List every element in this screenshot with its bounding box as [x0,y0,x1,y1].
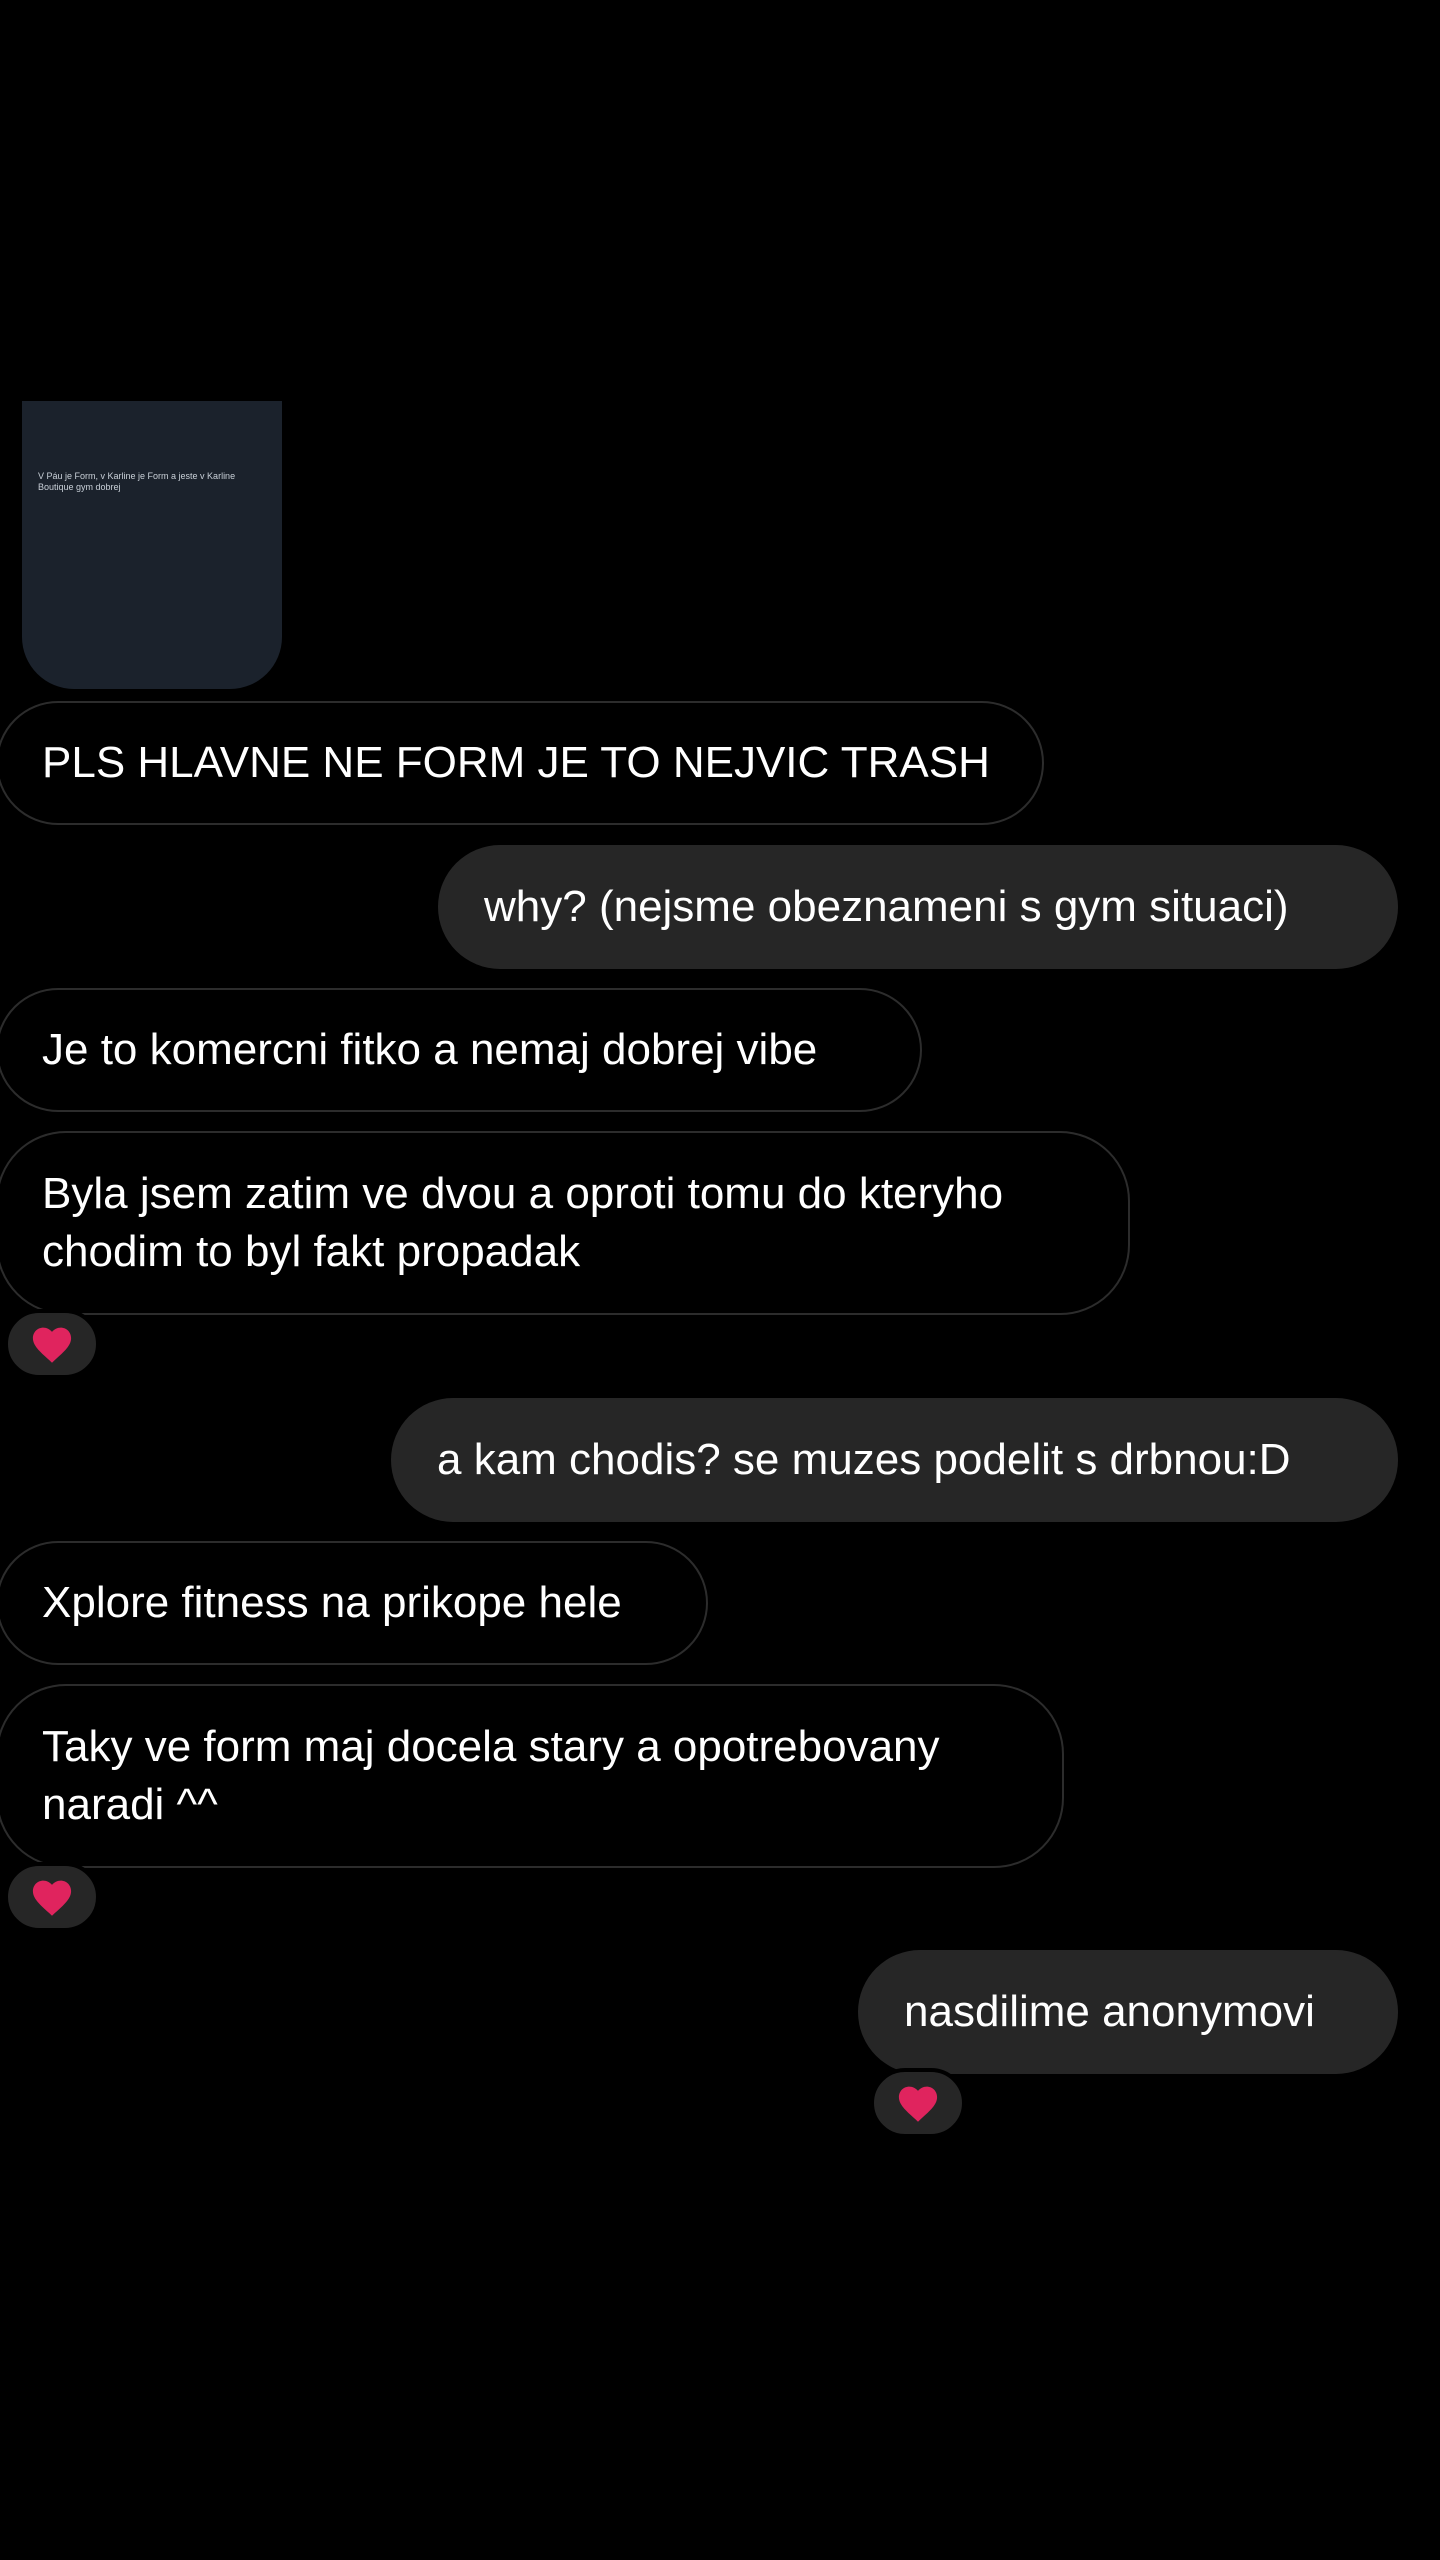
outgoing-message[interactable]: nasdilime anonymovi [858,1950,1398,2074]
incoming-message[interactable]: Xplore fitness na prikope hele [0,1541,708,1665]
message-text: a kam chodis? se muzes podelit s drbnou:… [437,1435,1291,1484]
message-text: nasdilime anonymovi [904,1987,1315,2036]
incoming-message[interactable]: Taky ve form maj docela stary a opotrebo… [0,1684,1064,1868]
message-text: Je to komercni fitko a nemaj dobrej vibe [42,1025,818,1074]
message-text: Xplore fitness na prikope hele [42,1578,622,1627]
incoming-message[interactable]: Je to komercni fitko a nemaj dobrej vibe [0,988,922,1112]
shared-story-reply-card[interactable]: V Páu je Form, v Karline je Form a jeste… [22,401,282,689]
message-text: Byla jsem zatim ve dvou a oproti tomu do… [42,1169,1004,1276]
message-reaction[interactable] [4,1862,100,1932]
heart-icon [898,2086,938,2122]
outgoing-message[interactable]: why? (nejsme obeznameni s gym situaci) [438,845,1398,969]
chat-screen: V Páu je Form, v Karline je Form a jeste… [0,0,1440,2560]
incoming-message[interactable]: PLS HLAVNE NE FORM JE TO NEJVIC TRASH [0,701,1044,825]
message-reaction[interactable] [870,2068,966,2138]
story-reply-text: V Páu je Form, v Karline je Form a jeste… [38,471,236,492]
message-text: PLS HLAVNE NE FORM JE TO NEJVIC TRASH [42,738,990,787]
message-text: Taky ve form maj docela stary a opotrebo… [42,1722,940,1829]
message-reaction[interactable] [4,1309,100,1379]
heart-icon [32,1327,72,1363]
incoming-message[interactable]: Byla jsem zatim ve dvou a oproti tomu do… [0,1131,1130,1315]
message-text: why? (nejsme obeznameni s gym situaci) [484,882,1289,931]
heart-icon [32,1880,72,1916]
outgoing-message[interactable]: a kam chodis? se muzes podelit s drbnou:… [391,1398,1398,1522]
